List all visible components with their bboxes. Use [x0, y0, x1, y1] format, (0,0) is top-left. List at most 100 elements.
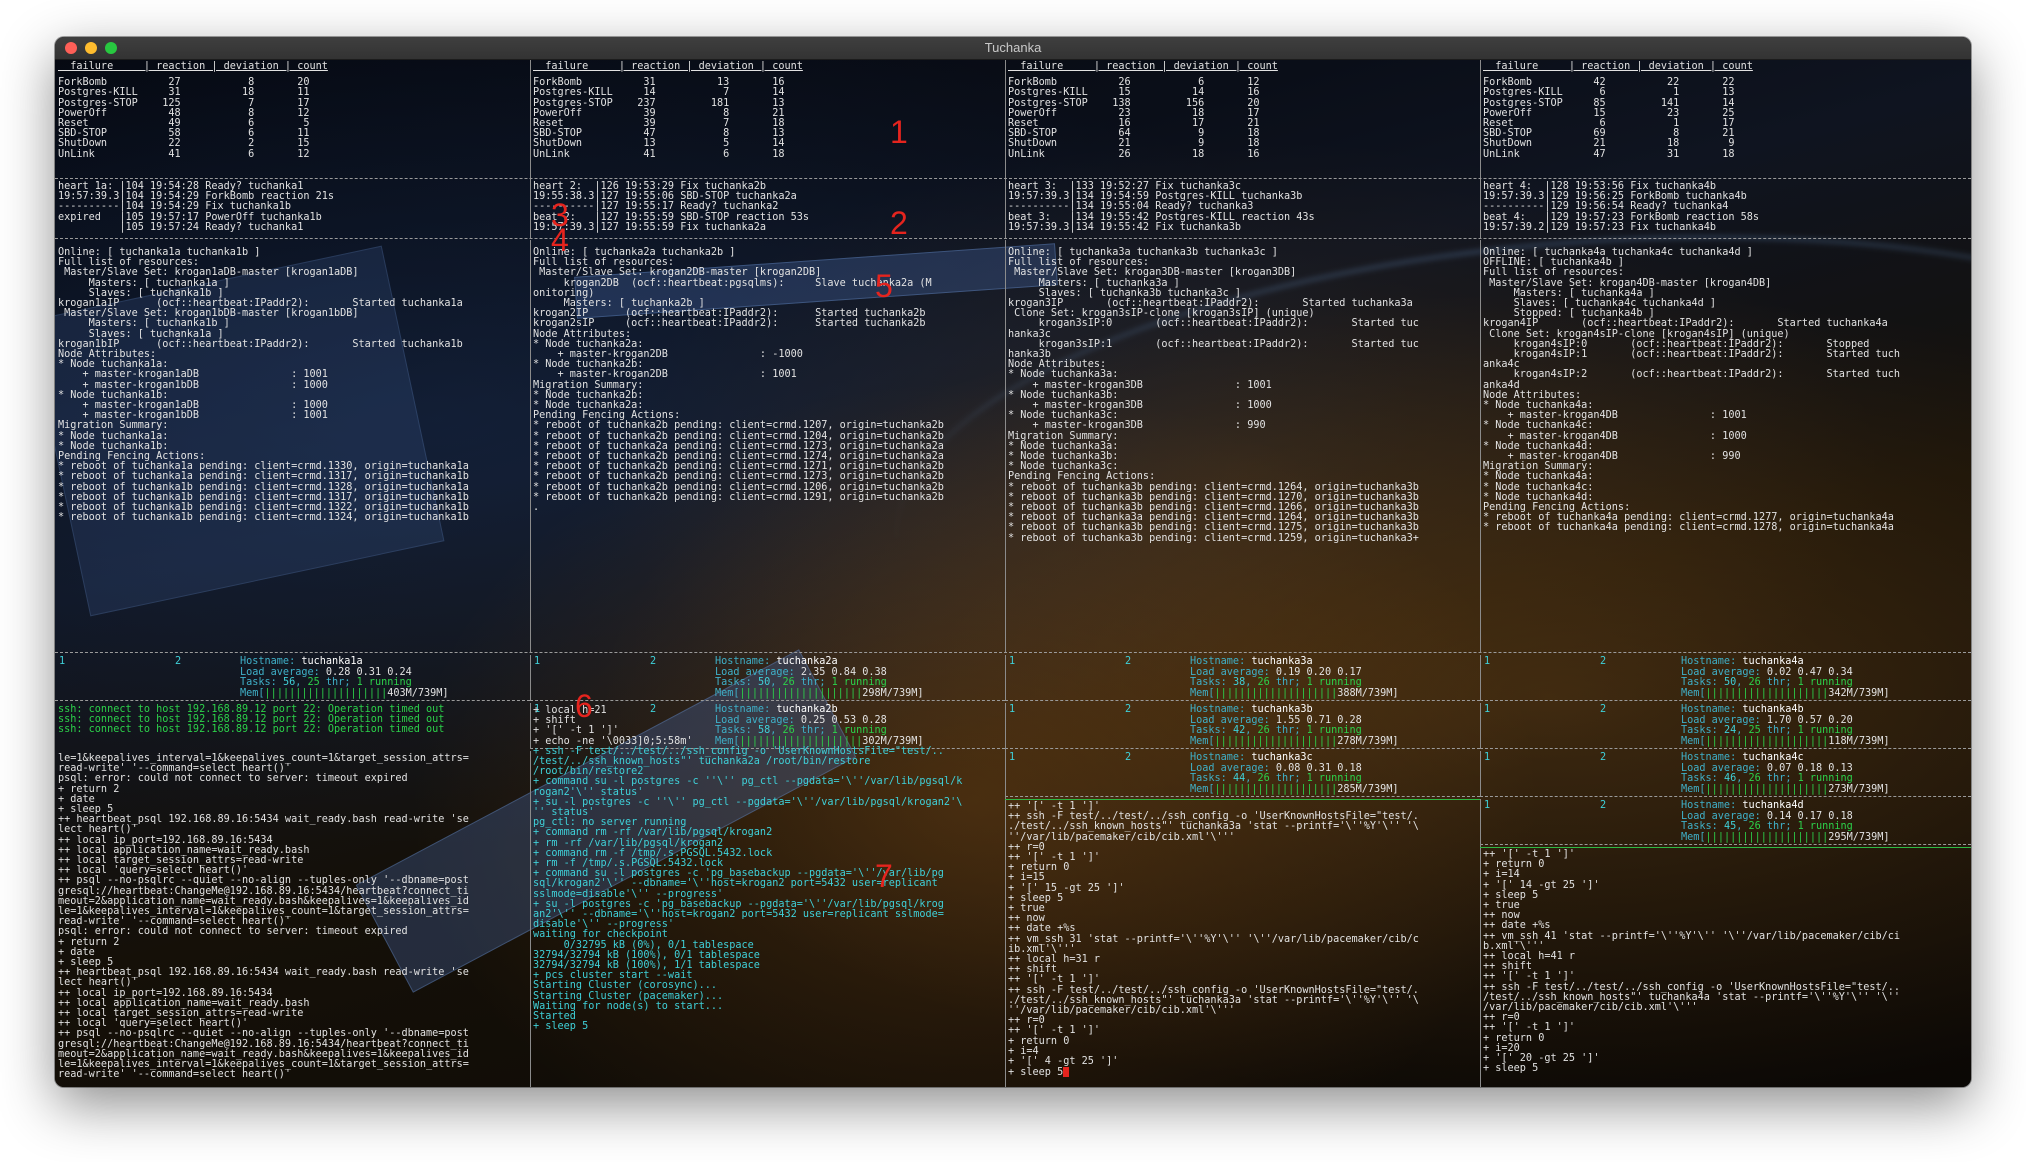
failure-table-header: failure | reaction | deviation | count	[533, 61, 803, 72]
terminal-cursor	[1063, 1067, 1070, 1078]
terminal-line: ++ now	[1483, 910, 1520, 922]
cpu-graph-label: 1	[1484, 704, 1491, 715]
failure-stats-pane[interactable]: failure | reaction | deviation | count Fo…	[55, 60, 531, 180]
thr-value: 25	[1748, 725, 1761, 736]
host-monitor[interactable]: 1 2 Hostname: tuchanka2a Load average: 2.35…	[530, 655, 1006, 701]
monitor-label: Load average:	[1190, 714, 1276, 726]
terminal-line: + true	[1008, 903, 1045, 915]
monitor-label: Hostname:	[1681, 752, 1743, 763]
host-monitor[interactable]: 1 2 Hostname: tuchanka4a Load average: 0.02…	[1480, 655, 1971, 701]
failure-stats-pane[interactable]: failure | reaction | deviation | count Fo…	[530, 60, 1006, 180]
host-monitor[interactable]: 1 2 Hostname: tuchanka3a Load average: 0.19…	[1005, 655, 1481, 701]
terminal-output: heart 4: |128 19:53:56 Fix tuchanka4b 19:…	[1480, 180, 1971, 233]
monitor-label: ]	[442, 687, 449, 699]
cpu-graph-label: 1	[534, 656, 541, 667]
terminal-content[interactable]: failure | reaction | deviation | count Fo…	[55, 60, 1971, 1087]
terminal-window[interactable]: Tuchanka failure | reaction | deviation …	[55, 37, 1971, 1087]
monitor-label: ]	[1883, 831, 1890, 843]
monitor-label: Load average:	[1681, 666, 1767, 678]
failure-stats-pane[interactable]: failure | reaction | deviation | count Fo…	[1480, 60, 1971, 180]
cpu-graph-label: 1	[59, 656, 66, 667]
monitor-label: running	[1803, 725, 1853, 736]
memory-bar: ||||||||||||||||||||	[1705, 687, 1829, 699]
shell-output-pane[interactable]: ++ '[' -t 1 ']' + return 0 + i=14 + '[' 14 …	[1480, 847, 1971, 1087]
load-average-value: 0.28 0.31 0.24	[325, 666, 412, 678]
tasks-value: 42	[1232, 725, 1246, 736]
terminal-line: psql: error: could not connect to server…	[58, 773, 408, 785]
terminal-line: * reboot of tuchanka4a pending: client=c…	[1483, 522, 1894, 534]
load-average-value: 0.08 0.31 0.18	[1275, 762, 1362, 774]
terminal-line: + sleep 5	[533, 1021, 589, 1033]
terminal-line: ++ '[' -t 1 ']'	[1008, 852, 1101, 864]
cluster-status-pane[interactable]: Online: [ tuchanka3a tuchanka3b tuchanka…	[1005, 240, 1481, 652]
monitor-label: thr;	[1760, 821, 1798, 832]
heartbeat-log-pane[interactable]: heart 4: |128 19:53:56 Fix tuchanka4b 19:…	[1480, 180, 1971, 238]
window-title: Tuchanka	[984, 40, 1042, 55]
monitor-memory-value: Mem[||||||||||||||||||||118M/739M]	[1681, 736, 1890, 747]
terminal-line: + sleep 5	[1008, 1067, 1477, 1078]
failure-stats-pane[interactable]: failure | reaction | deviation | count Fo…	[1005, 60, 1481, 180]
shell-output-pane[interactable]: + local h=21 + shift + '[' -t 1 ']' + echo …	[530, 703, 1006, 1087]
shell-output-pane[interactable]: le=1&keepalives_interval=1&keepalives_co…	[55, 751, 531, 1087]
terminal-line: * reboot of tuchanka2b pending: client=c…	[533, 491, 944, 503]
heartbeat-log-pane[interactable]: heart 3: |133 19:52:27 Fix tuchanka3c 19:…	[1005, 180, 1481, 238]
tasks-value: 45	[1723, 821, 1737, 832]
host-monitor[interactable]: 1 2 Hostname: tuchanka3c Load average: 0.08…	[1005, 751, 1481, 797]
terminal-output: ++ '[' -t 1 ']' ++ ssh -F test/../test/..…	[1005, 799, 1480, 1078]
monitor-memory-value: Mem[||||||||||||||||||||298M/739M]	[715, 687, 924, 699]
shell-output-pane[interactable]: ++ '[' -t 1 ']' ++ ssh -F test/../test/..…	[1005, 799, 1481, 1087]
thr-value: 26	[1748, 821, 1761, 832]
monitor-label: running	[1803, 773, 1853, 784]
host-monitor[interactable]: 1 2 Hostname: tuchanka3b Load average: 1.55…	[1005, 703, 1481, 749]
terminal-line: krogan3sIP:1 (ocf::heartbeat:IPaddr2): S…	[1008, 338, 1419, 350]
monitor-label: Hostname:	[715, 656, 777, 667]
memory-value: 295M/739M	[1828, 831, 1884, 843]
monitor-label: Hostname:	[1681, 800, 1743, 811]
monitor-label: ]	[917, 687, 924, 699]
terminal-line: + return 2	[58, 783, 120, 795]
cluster-status-pane[interactable]: Online: [ tuchanka1a tuchanka1b ] Full li…	[55, 240, 531, 652]
cluster-status-pane[interactable]: Online: [ tuchanka4a tuchanka4c tuchanka…	[1480, 240, 1971, 652]
heartbeat-log-pane[interactable]: heart 1a: |104 19:54:28 Ready? tuchanka1…	[55, 180, 531, 238]
host-monitor[interactable]: 1 2 Hostname: tuchanka4c Load average: 0.07…	[1480, 751, 1971, 797]
cluster-status-pane[interactable]: Online: [ tuchanka2a tuchanka2b ] Full li…	[530, 240, 1006, 652]
host-monitor[interactable]: 1 2 Hostname: tuchanka4b Load average: 1.70…	[1480, 703, 1971, 749]
terminal-line: ++ vm_ssh 41 'stat --printf='\''%Y'\'' '…	[1483, 930, 1901, 942]
failure-table-header: failure | reaction | deviation | count	[1008, 61, 1278, 72]
terminal-line: + sleep 5	[1483, 889, 1539, 901]
thr-value: 26	[782, 677, 795, 688]
terminal-line: ++ now	[1008, 913, 1045, 925]
host-monitor[interactable]: 1 2 Hostname: tuchanka1a Load average: 0.28…	[55, 655, 531, 701]
failure-table-header: failure | reaction | deviation | count	[58, 61, 328, 72]
terminal-line: UnLink 47 31 18	[1483, 148, 1735, 160]
terminal-output: ForkBomb 42 22 22 Postgres-KILL 6 1 13 Pos…	[1480, 77, 1971, 160]
title-bar[interactable]: Tuchanka	[55, 37, 1971, 60]
ssh-error-pane[interactable]: ssh: connect to host 192.168.89.12 port …	[55, 703, 531, 749]
monitor-label: running	[1312, 773, 1362, 784]
heartbeat-log-pane[interactable]: heart 2: |126 19:53:29 Fix tuchanka2b 19:…	[530, 180, 1006, 238]
cpu-graph-label: 1	[1484, 656, 1491, 667]
terminal-line: + '[' 15 -gt 25 ']'	[1008, 882, 1125, 894]
monitor-label: ,	[1736, 821, 1749, 832]
pane-separator	[530, 700, 1005, 701]
annotation-number: 5	[875, 268, 893, 304]
host-monitor[interactable]: 1 2 Hostname: tuchanka4d Load average: 0.14…	[1480, 799, 1971, 845]
monitor-label: Load average:	[240, 666, 326, 678]
terminal-line: * reboot of tuchanka3b pending: client=c…	[1008, 532, 1419, 544]
monitor-label: ,	[1736, 773, 1749, 784]
terminal-line: read-write' '--command=select heart()'	[58, 1069, 292, 1081]
terminal-line: + return 0	[1483, 859, 1545, 871]
monitor-label: Hostname:	[1190, 656, 1252, 667]
terminal-line: * reboot of tuchanka1b pending: client=c…	[58, 512, 469, 524]
hostname-value: tuchanka4c	[1742, 752, 1804, 763]
monitor-label: Mem[	[1681, 687, 1706, 699]
terminal-line: + true	[1483, 900, 1520, 912]
cpu-graph-label: 2	[1125, 656, 1132, 667]
terminal-line: + '[' 4 -gt 25 ']'	[1008, 1056, 1119, 1068]
monitor-label: Tasks:	[1681, 773, 1724, 784]
terminal-line: + '[' 20 -gt 25 ']'	[1483, 1053, 1600, 1065]
terminal-output: ssh: connect to host 192.168.89.12 port …	[55, 703, 530, 736]
tasks-value: 24	[1723, 725, 1737, 736]
hostname-value: tuchanka4d	[1742, 800, 1804, 811]
terminal-line: ssh: connect to host 192.168.89.12 port …	[58, 724, 445, 736]
